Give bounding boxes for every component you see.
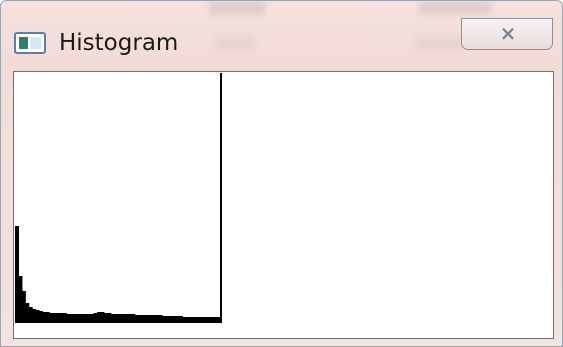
background-blur [415,35,463,51]
histogram-bar [206,317,211,321]
histogram-bar [124,314,129,321]
histogram-bar [15,226,20,321]
histogram-bar [189,317,194,321]
histogram-bar [76,314,81,321]
histogram-bar [168,316,173,321]
icon-pane-right [30,37,41,49]
histogram-bar [97,312,102,321]
histogram-bar [216,317,220,321]
window-title: Histogram [59,30,179,56]
histogram-bar [209,317,214,321]
histogram-window: Histogram ⨯ [0,0,563,347]
histogram-bar [185,317,190,321]
histogram-bar [196,317,201,321]
histogram-bar [144,315,149,321]
background-blur [419,1,491,15]
background-blur [215,35,255,51]
histogram-bar [199,317,204,321]
histogram-bar [175,316,180,321]
histogram-bar [21,291,26,321]
histogram-bar [158,315,163,321]
icon-pane-left [19,37,28,49]
histogram-bar [73,314,78,321]
histogram-bar [52,313,57,321]
histogram-bar [66,314,71,321]
title-bar[interactable]: Histogram ⨯ [1,1,562,71]
histogram-bar [86,314,91,321]
histogram-bar [138,315,143,321]
histogram-bar [35,310,40,321]
histogram-bar [114,314,119,321]
histogram-svg [15,226,220,321]
histogram-bar [134,315,139,321]
histogram-bar [93,313,98,321]
histogram-bar [56,313,61,321]
histogram-bar [107,313,112,321]
histogram-bar [45,312,50,321]
histogram-bar [32,309,37,321]
histogram-bar [42,312,47,321]
histogram-bar [127,314,132,321]
histogram-bar [83,314,88,321]
background-blur [209,1,265,15]
close-icon: ⨯ [499,21,517,45]
histogram-bar [103,313,108,321]
histogram-canvas [13,71,554,339]
histogram-bar [25,303,30,321]
histogram-plot-area [15,73,222,323]
histogram-bar [155,315,160,321]
histogram-bar [148,315,153,321]
histogram-bar [179,316,184,321]
close-button[interactable]: ⨯ [461,18,553,50]
histogram-bar [165,316,170,321]
window-app-icon[interactable] [14,32,46,54]
histogram-bar [62,313,67,321]
histogram-bar [117,314,122,321]
